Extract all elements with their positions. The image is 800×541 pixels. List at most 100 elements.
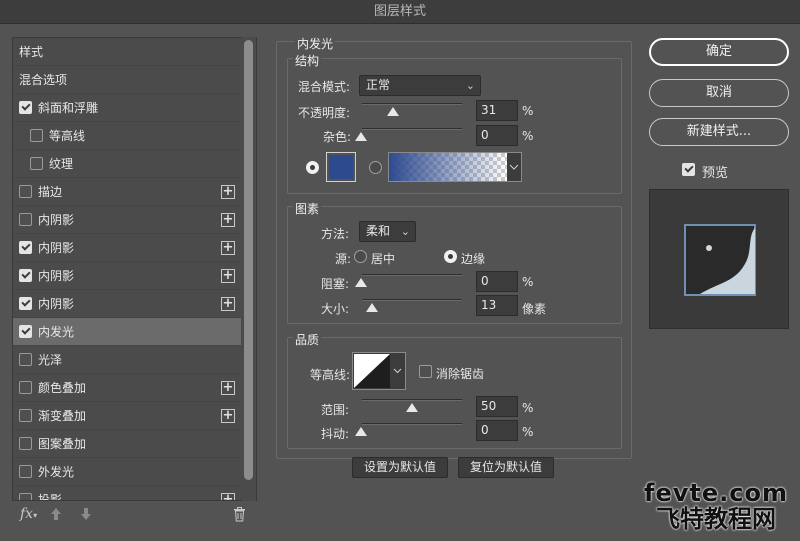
range-input[interactable]: 50	[476, 396, 518, 417]
style-list-item[interactable]: 投影 +	[13, 486, 241, 501]
style-list-item[interactable]: 描边 +	[13, 178, 241, 206]
style-checkbox[interactable]	[19, 465, 32, 478]
fx-label: fx	[20, 506, 34, 522]
style-list-item[interactable]: 颜色叠加 +	[13, 374, 241, 402]
method-dropdown[interactable]: 柔和 ⌄	[359, 221, 416, 242]
style-list-item-label: 内发光	[38, 325, 75, 339]
range-unit: %	[522, 401, 534, 415]
blend-mode-dropdown[interactable]: 正常 ⌄	[359, 75, 481, 96]
style-list-item[interactable]: 内阴影 +	[13, 206, 241, 234]
style-checkbox[interactable]	[19, 185, 32, 198]
style-checkbox[interactable]	[19, 101, 32, 114]
style-list-item[interactable]: 内阴影 +	[13, 290, 241, 318]
preview-checkbox[interactable]	[682, 163, 695, 176]
style-list-item[interactable]: 斜面和浮雕	[13, 94, 241, 122]
anti-alias-checkbox[interactable]	[419, 365, 432, 378]
style-checkbox[interactable]	[19, 353, 32, 366]
style-checkbox[interactable]	[19, 213, 32, 226]
jitter-label: 抖动:	[321, 427, 350, 441]
style-list-scroll-thumb[interactable]	[244, 40, 253, 480]
reset-default-button[interactable]: 复位为默认值	[458, 457, 554, 478]
style-list-item[interactable]: 外发光	[13, 458, 241, 486]
add-effect-icon[interactable]: +	[221, 241, 235, 255]
opacity-slider-knob[interactable]	[387, 107, 399, 116]
style-list-item[interactable]: 光泽	[13, 346, 241, 374]
add-effect-icon[interactable]: +	[221, 185, 235, 199]
size-input[interactable]: 13	[476, 295, 518, 316]
noise-slider-knob[interactable]	[355, 132, 367, 141]
style-checkbox[interactable]	[19, 241, 32, 254]
gradient-radio[interactable]	[369, 161, 382, 174]
move-down-icon[interactable]	[80, 507, 92, 525]
move-up-icon[interactable]	[50, 507, 62, 525]
add-effect-icon[interactable]: +	[221, 213, 235, 227]
add-effect-icon[interactable]: +	[221, 493, 235, 500]
range-label: 范围:	[321, 403, 350, 417]
choke-label: 阻塞:	[321, 277, 350, 291]
style-checkbox[interactable]	[19, 409, 32, 422]
source-edge-radio[interactable]	[444, 250, 457, 263]
size-unit: 像素	[522, 302, 547, 316]
glow-color-swatch[interactable]	[326, 152, 356, 182]
jitter-slider[interactable]	[362, 423, 462, 425]
new-style-button[interactable]: 新建样式...	[649, 118, 789, 146]
fx-button[interactable]: fx▾	[20, 506, 37, 522]
source-center-radio[interactable]	[354, 250, 367, 263]
size-label: 大小:	[321, 302, 350, 316]
solid-color-radio[interactable]	[306, 161, 319, 174]
site-watermark: fevte.com 飞特教程网	[636, 480, 796, 532]
style-list-item-label: 投影	[38, 493, 63, 501]
style-list-item[interactable]: 纹理	[13, 150, 241, 178]
style-checkbox[interactable]	[30, 157, 43, 170]
chevron-down-icon: ⌄	[465, 79, 475, 92]
style-checkbox[interactable]	[19, 325, 32, 338]
jitter-input[interactable]: 0	[476, 420, 518, 441]
style-list-item[interactable]: 图案叠加	[13, 430, 241, 458]
source-center-label: 居中	[371, 252, 396, 266]
gradient-picker[interactable]	[388, 152, 522, 182]
opacity-slider[interactable]	[362, 103, 462, 105]
range-slider[interactable]	[362, 399, 462, 401]
add-effect-icon[interactable]: +	[221, 381, 235, 395]
style-list-item[interactable]: 等高线	[13, 122, 241, 150]
noise-label: 杂色:	[323, 130, 352, 144]
style-list-item[interactable]: 混合选项	[13, 66, 241, 94]
style-checkbox[interactable]	[30, 129, 43, 142]
choke-slider[interactable]	[362, 274, 462, 276]
style-list-item[interactable]: 渐变叠加 +	[13, 402, 241, 430]
style-checkbox[interactable]	[19, 381, 32, 394]
choke-input[interactable]: 0	[476, 271, 518, 292]
noise-slider[interactable]	[362, 128, 462, 130]
contour-picker[interactable]	[352, 352, 406, 390]
style-list-item-label: 光泽	[38, 353, 63, 367]
add-effect-icon[interactable]: +	[221, 297, 235, 311]
set-default-button[interactable]: 设置为默认值	[352, 457, 448, 478]
style-checkbox[interactable]	[19, 269, 32, 282]
add-effect-icon[interactable]: +	[221, 409, 235, 423]
jitter-slider-knob[interactable]	[355, 427, 367, 436]
cancel-button[interactable]: 取消	[649, 79, 789, 107]
size-slider[interactable]	[362, 299, 462, 301]
trash-icon[interactable]	[233, 507, 246, 526]
noise-input[interactable]: 0	[476, 125, 518, 146]
add-effect-icon[interactable]: +	[221, 269, 235, 283]
anti-alias-label: 消除锯齿	[436, 367, 485, 381]
jitter-unit: %	[522, 425, 534, 439]
blend-mode-label: 混合模式:	[298, 80, 351, 94]
ok-button[interactable]: 确定	[649, 38, 789, 66]
range-slider-knob[interactable]	[406, 403, 418, 412]
style-list-item[interactable]: 样式	[13, 38, 241, 66]
style-checkbox[interactable]	[19, 493, 32, 500]
style-list-item[interactable]: 内阴影 +	[13, 234, 241, 262]
choke-slider-knob[interactable]	[355, 278, 367, 287]
style-list-item[interactable]: 内阴影 +	[13, 262, 241, 290]
size-slider-knob[interactable]	[366, 303, 378, 312]
opacity-unit: %	[522, 104, 534, 118]
style-checkbox[interactable]	[19, 437, 32, 450]
style-checkbox[interactable]	[19, 297, 32, 310]
style-list-item[interactable]: 内发光	[13, 318, 241, 346]
preview-label: 预览	[702, 166, 729, 181]
blend-mode-value: 正常	[366, 78, 391, 92]
opacity-input[interactable]: 31	[476, 100, 518, 121]
watermark-line2: 飞特教程网	[656, 505, 776, 533]
